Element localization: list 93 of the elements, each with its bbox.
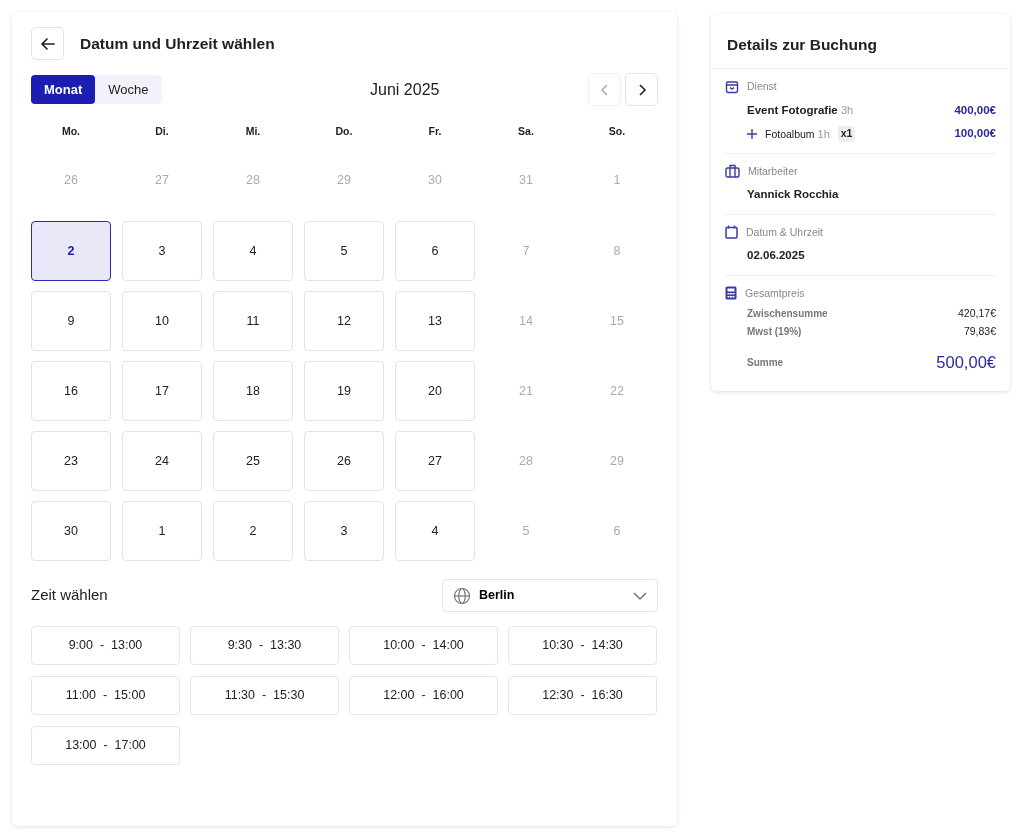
calendar-day[interactable]: 20: [395, 361, 475, 421]
globe-icon: [453, 586, 471, 605]
calendar-day[interactable]: 26: [304, 431, 384, 491]
section-label: Datum & Uhrzeit: [746, 224, 824, 240]
disabled-day: 29: [304, 160, 384, 200]
total-price: 500,00€: [936, 351, 996, 373]
total-label: Summe: [747, 355, 784, 370]
page-title: Datum und Uhrzeit wählen: [80, 33, 275, 54]
disabled-day: 31: [486, 160, 566, 200]
price-line-value: 420,17€: [958, 306, 996, 322]
calendar-day[interactable]: 11: [213, 291, 293, 351]
time-slot[interactable]: 11:30 - 15:30: [190, 676, 339, 715]
bag-icon: [725, 80, 739, 95]
calendar-day[interactable]: 1: [122, 501, 202, 561]
calendar-day[interactable]: 2: [31, 221, 111, 281]
plus-icon: [747, 128, 757, 139]
calendar-day[interactable]: 4: [395, 501, 475, 561]
quantity-tag: x1: [837, 126, 856, 142]
chevron-left-icon: [598, 83, 611, 96]
disabled-day: 29: [577, 431, 657, 491]
weekday-label: Do.: [334, 124, 354, 139]
employee-name: Yannick Rocchia: [746, 187, 840, 203]
calendar-day[interactable]: 12: [304, 291, 384, 351]
view-tab[interactable]: Woche: [95, 75, 162, 104]
section-label: Mitarbeiter: [748, 163, 798, 179]
calendar-day[interactable]: 6: [395, 221, 475, 281]
calendar-day[interactable]: 24: [122, 431, 202, 491]
disabled-day: 22: [577, 361, 657, 421]
booking-date: 02.06.2025: [746, 248, 806, 264]
disabled-day: 30: [395, 160, 475, 200]
calendar-day[interactable]: 30: [31, 501, 111, 561]
time-slot[interactable]: 12:00 - 16:00: [349, 676, 498, 715]
time-slot[interactable]: 11:00 - 15:00: [31, 676, 180, 715]
disabled-day: 8: [577, 221, 657, 281]
disabled-day: 28: [213, 160, 293, 200]
calendar-day[interactable]: 18: [213, 361, 293, 421]
disabled-day: 5: [486, 501, 566, 561]
weekday-label: Sa.: [517, 124, 535, 139]
disabled-day: 7: [486, 221, 566, 281]
view-tab[interactable]: Monat: [31, 75, 96, 104]
price-line-label: Zwischensumme: [747, 307, 828, 322]
calendar-day[interactable]: 2: [213, 501, 293, 561]
disabled-day: 27: [122, 160, 202, 200]
time-slot[interactable]: 9:00 - 13:00: [31, 626, 180, 665]
time-slot[interactable]: 10:30 - 14:30: [508, 626, 657, 665]
disabled-day: 15: [577, 291, 657, 351]
month-title: Juni 2025: [370, 79, 440, 100]
calendar-day[interactable]: 23: [31, 431, 111, 491]
weekday-label: Di.: [154, 124, 170, 139]
calendar-day[interactable]: 3: [304, 501, 384, 561]
calculator-icon: [725, 286, 737, 301]
price-line-label: Mwst (19%): [747, 325, 802, 339]
service-price: 400,00€: [954, 103, 996, 118]
weekday-label: Mi.: [244, 124, 262, 139]
disabled-day: 28: [486, 431, 566, 491]
time-slot[interactable]: 10:00 - 14:00: [349, 626, 498, 665]
weekday-label: So.: [607, 124, 627, 139]
calendar-day[interactable]: 3: [122, 221, 202, 281]
calendar-icon: [725, 225, 738, 240]
calendar-day[interactable]: 9: [31, 291, 111, 351]
calendar-day[interactable]: 16: [31, 361, 111, 421]
details-title: Details zur Buchung: [711, 14, 1010, 70]
next-month-button[interactable]: [625, 73, 658, 106]
disabled-day: 21: [486, 361, 566, 421]
disabled-day: 6: [577, 501, 657, 561]
time-slot[interactable]: 12:30 - 16:30: [508, 676, 657, 715]
calendar-day[interactable]: 25: [213, 431, 293, 491]
price-line-value: 79,83€: [963, 324, 996, 339]
weekday-label: Fr.: [427, 124, 443, 139]
calendar-day[interactable]: 19: [304, 361, 384, 421]
timezone-select[interactable]: Berlin: [442, 579, 658, 612]
calendar-day[interactable]: 13: [395, 291, 475, 351]
weekday-label: Mo.: [60, 124, 82, 139]
briefcase-icon: [725, 164, 740, 179]
calendar-day[interactable]: 4: [213, 221, 293, 281]
calendar-day[interactable]: 17: [122, 361, 202, 421]
arrow-left-icon: [39, 35, 56, 52]
service-name: Event Fotografie 3h: [747, 103, 854, 118]
calendar-day[interactable]: 5: [304, 221, 384, 281]
disabled-day: 1: [577, 160, 657, 200]
section-label: Gesamtpreis: [745, 285, 805, 301]
back-button[interactable]: [31, 27, 64, 60]
time-slot[interactable]: 9:30 - 13:30: [190, 626, 339, 665]
time-section-title: Zeit wählen: [31, 585, 108, 606]
extra-name: Fotoalbum 1h: [765, 126, 830, 142]
chevron-down-icon: [633, 590, 647, 601]
calendar-day[interactable]: 27: [395, 431, 475, 491]
extra-price: 100,00€: [954, 126, 996, 142]
disabled-day: 26: [31, 160, 111, 200]
time-slot[interactable]: 13:00 - 17:00: [31, 726, 180, 765]
section-label: Dienst: [747, 79, 777, 95]
disabled-day: 14: [486, 291, 566, 351]
calendar-day[interactable]: 10: [122, 291, 202, 351]
